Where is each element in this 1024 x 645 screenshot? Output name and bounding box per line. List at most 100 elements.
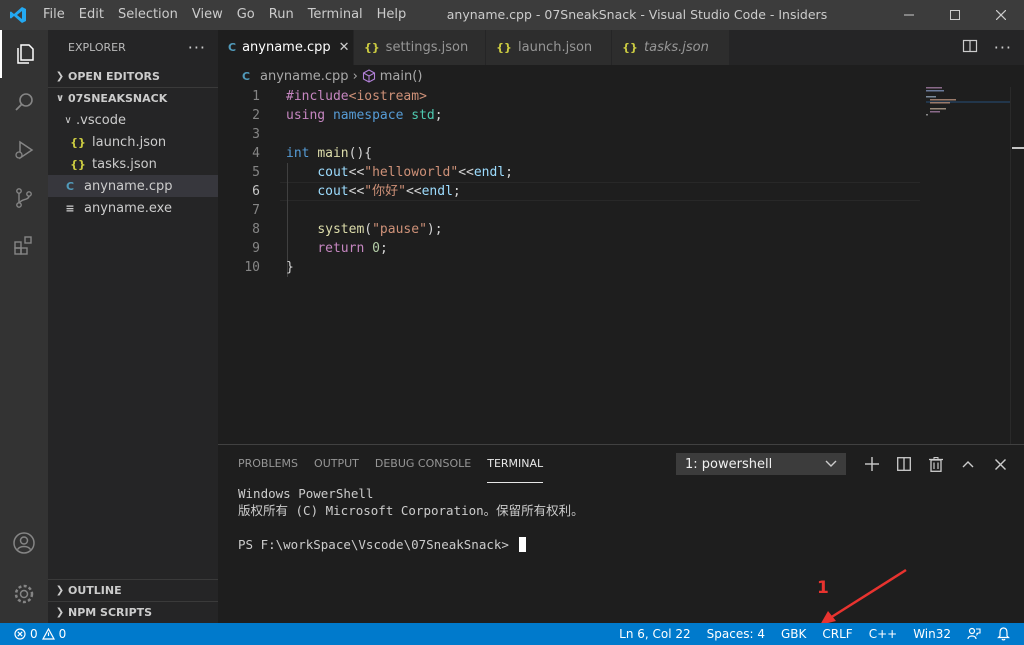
- exe-file-icon: ≡: [65, 201, 75, 215]
- explorer-icon[interactable]: [0, 30, 48, 78]
- npm-scripts-header[interactable]: ❯ NPM SCRIPTS: [48, 601, 218, 623]
- code-token: main: [317, 146, 349, 161]
- menu-bar: File Edit Selection View Go Run Terminal…: [36, 0, 413, 30]
- terminal-prompt: PS F:\workSpace\Vscode\07SneakSnack>: [238, 537, 517, 552]
- code-token: endl: [421, 184, 453, 199]
- tab-tasks-json[interactable]: {} tasks.json: [612, 30, 730, 65]
- tab-settings-json[interactable]: {} settings.json: [354, 30, 486, 65]
- chevron-right-icon: ›: [352, 68, 358, 84]
- terminal-line: Windows PowerShell: [238, 486, 374, 501]
- menu-selection[interactable]: Selection: [111, 0, 185, 30]
- chevron-right-icon: ❯: [55, 70, 65, 82]
- menu-view[interactable]: View: [185, 0, 230, 30]
- sidebar-bottom-sections: ❯ OUTLINE ❯ NPM SCRIPTS: [48, 579, 218, 623]
- tab-launch-json[interactable]: {} launch.json: [486, 30, 612, 65]
- account-icon[interactable]: [0, 519, 48, 567]
- code-editor[interactable]: 1 #include<iostream> 2 using namespace s…: [218, 87, 1024, 444]
- close-tab-icon[interactable]: ✕: [339, 40, 350, 55]
- menu-go[interactable]: Go: [230, 0, 262, 30]
- tree-item-label: launch.json: [92, 134, 167, 150]
- line-number: 8: [252, 222, 260, 237]
- tab-terminal[interactable]: TERMINAL: [487, 445, 544, 483]
- maximize-button[interactable]: [932, 0, 978, 30]
- editor-actions: ···: [962, 30, 1012, 65]
- terminal-output[interactable]: Windows PowerShell 版权所有 (C) Microsoft Co…: [238, 485, 584, 553]
- code-token: #include: [286, 89, 349, 104]
- close-window-button[interactable]: [978, 0, 1024, 30]
- tree-item-label: .vscode: [76, 112, 126, 128]
- terminal-select[interactable]: 1: powershell: [676, 453, 846, 475]
- vscode-logo-icon: [0, 0, 36, 30]
- close-icon: [996, 10, 1006, 20]
- tree-item-anyname-exe[interactable]: ≡ anyname.exe: [48, 197, 218, 219]
- problems-status[interactable]: 0 0: [0, 627, 66, 641]
- minimap[interactable]: [926, 87, 1010, 444]
- code-token: system: [317, 222, 365, 237]
- open-editors-header[interactable]: ❯ OPEN EDITORS: [48, 65, 218, 87]
- code-token: <<: [348, 184, 365, 199]
- json-file-icon: {}: [70, 157, 86, 171]
- json-file-icon: {}: [70, 135, 86, 149]
- breadcrumb-file[interactable]: anyname.cpp: [260, 69, 349, 84]
- cursor-position[interactable]: Ln 6, Col 22: [611, 623, 699, 645]
- tab-output[interactable]: OUTPUT: [314, 445, 359, 483]
- code-token: int: [286, 146, 310, 161]
- tree-item-vscode-folder[interactable]: ∨ .vscode: [48, 109, 218, 131]
- more-actions-button[interactable]: ···: [188, 38, 206, 57]
- end-of-line[interactable]: CRLF: [814, 623, 860, 645]
- platform[interactable]: Win32: [905, 623, 959, 645]
- feedback-icon[interactable]: [959, 627, 989, 641]
- tree-item-launch-json[interactable]: {} launch.json: [48, 131, 218, 153]
- code-token: return: [317, 241, 365, 256]
- tab-anyname-cpp[interactable]: C anyname.cpp ✕: [218, 30, 354, 65]
- cpp-file-icon: C: [65, 179, 75, 193]
- language-mode[interactable]: C++: [861, 623, 906, 645]
- line-number: 2: [252, 108, 260, 123]
- tree-item-anyname-cpp[interactable]: C anyname.cpp: [48, 175, 218, 197]
- run-debug-icon[interactable]: [0, 126, 48, 174]
- terminal-line: 版权所有 (C) Microsoft Corporation。保留所有权利。: [238, 503, 584, 518]
- outline-header[interactable]: ❯ OUTLINE: [48, 579, 218, 601]
- bell-icon[interactable]: [989, 627, 1018, 641]
- tab-debug-console[interactable]: DEBUG CONSOLE: [375, 445, 471, 483]
- annotation-arrow-icon: [820, 568, 907, 625]
- new-terminal-button[interactable]: [862, 454, 882, 474]
- folder-header[interactable]: ∨ 07SNEAKSNACK: [48, 87, 218, 109]
- split-editor-icon[interactable]: [962, 38, 978, 58]
- menu-file[interactable]: File: [36, 0, 72, 30]
- plus-icon: [865, 457, 879, 471]
- extensions-icon[interactable]: [0, 222, 48, 270]
- editor-scrollbar[interactable]: [1010, 87, 1024, 444]
- scrollbar-cursor-marker: [1012, 147, 1024, 149]
- json-file-icon: {}: [622, 41, 638, 54]
- minimize-button[interactable]: [886, 0, 932, 30]
- kill-terminal-button[interactable]: [926, 454, 946, 474]
- code-line: 5 cout<<"helloworld"<<endl;: [218, 163, 918, 182]
- line-number: 6: [252, 184, 260, 199]
- breadcrumb-symbol[interactable]: main(): [380, 69, 423, 84]
- status-bar: 0 0 Ln 6, Col 22 Spaces: 4 GBK CRLF C++ …: [0, 623, 1024, 645]
- tab-problems[interactable]: PROBLEMS: [238, 445, 298, 483]
- line-number: 3: [252, 127, 260, 142]
- maximize-icon: [950, 10, 960, 20]
- source-control-icon[interactable]: [0, 174, 48, 222]
- tree-item-tasks-json[interactable]: {} tasks.json: [48, 153, 218, 175]
- split-terminal-button[interactable]: [894, 454, 914, 474]
- menu-terminal[interactable]: Terminal: [301, 0, 370, 30]
- indentation[interactable]: Spaces: 4: [699, 623, 773, 645]
- menu-edit[interactable]: Edit: [72, 0, 111, 30]
- code-line: 7: [218, 201, 918, 220]
- menu-help[interactable]: Help: [370, 0, 414, 30]
- more-actions-icon[interactable]: ···: [994, 38, 1012, 57]
- encoding[interactable]: GBK: [773, 623, 814, 645]
- menu-run[interactable]: Run: [262, 0, 301, 30]
- settings-gear-icon[interactable]: [0, 570, 48, 618]
- chevron-up-icon: [962, 461, 974, 468]
- maximize-panel-button[interactable]: [958, 454, 978, 474]
- code-token: (){: [348, 146, 373, 161]
- sidebar-title: EXPLORER: [68, 41, 126, 54]
- close-panel-button[interactable]: [990, 454, 1010, 474]
- code-token: (: [364, 222, 373, 237]
- search-icon[interactable]: [0, 78, 48, 126]
- code-token: using: [286, 108, 326, 123]
